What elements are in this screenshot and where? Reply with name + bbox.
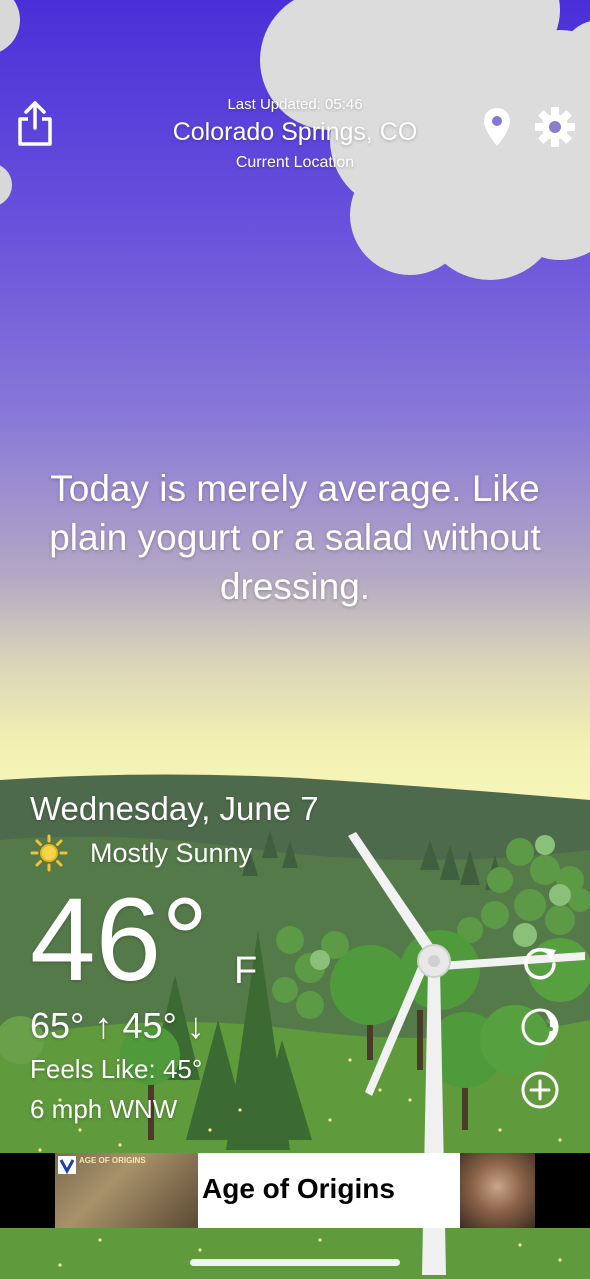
date-label: Wednesday, June 7 <box>30 790 319 827</box>
theme-toggle-icon <box>521 1008 559 1046</box>
weather-quote: Today is merely average. Like plain yogu… <box>49 468 541 607</box>
map-pin-icon <box>484 108 510 146</box>
ad-thumb-label: AGE OF ORIGINS <box>79 1156 146 1165</box>
location-subtitle: Current Location <box>235 154 355 171</box>
sun-icon <box>30 834 68 872</box>
landscape-scene <box>0 0 590 1279</box>
location-button[interactable] <box>482 106 512 148</box>
add-icon <box>521 1071 559 1109</box>
gear-icon <box>535 107 575 147</box>
settings-button[interactable] <box>534 106 576 148</box>
temperature-unit[interactable]: F <box>234 950 257 993</box>
high-low-temps: 65° ↑ 45° ↓ <box>30 1005 205 1046</box>
add-location-button[interactable] <box>518 1068 562 1112</box>
ad-portrait-image[interactable] <box>460 1153 535 1228</box>
wind-text: 6 mph WNW <box>30 1094 178 1124</box>
refresh-icon <box>524 947 556 980</box>
theme-toggle-button[interactable] <box>518 1005 562 1049</box>
ad-content[interactable]: AGE OF ORIGINS Age of Origins <box>55 1153 535 1228</box>
home-indicator[interactable] <box>190 1259 400 1266</box>
condition-label: Mostly Sunny <box>90 838 253 868</box>
ad-logo-icon <box>58 1156 76 1174</box>
refresh-button[interactable] <box>518 942 562 986</box>
temperature-value: 46° <box>30 874 209 1006</box>
ad-title[interactable]: Age of Origins <box>202 1173 395 1205</box>
feels-like-text: Feels Like: 45° <box>30 1054 203 1084</box>
ad-thumbnail[interactable]: AGE OF ORIGINS <box>55 1153 198 1228</box>
ad-banner[interactable]: AGE OF ORIGINS Age of Origins <box>0 1153 590 1228</box>
